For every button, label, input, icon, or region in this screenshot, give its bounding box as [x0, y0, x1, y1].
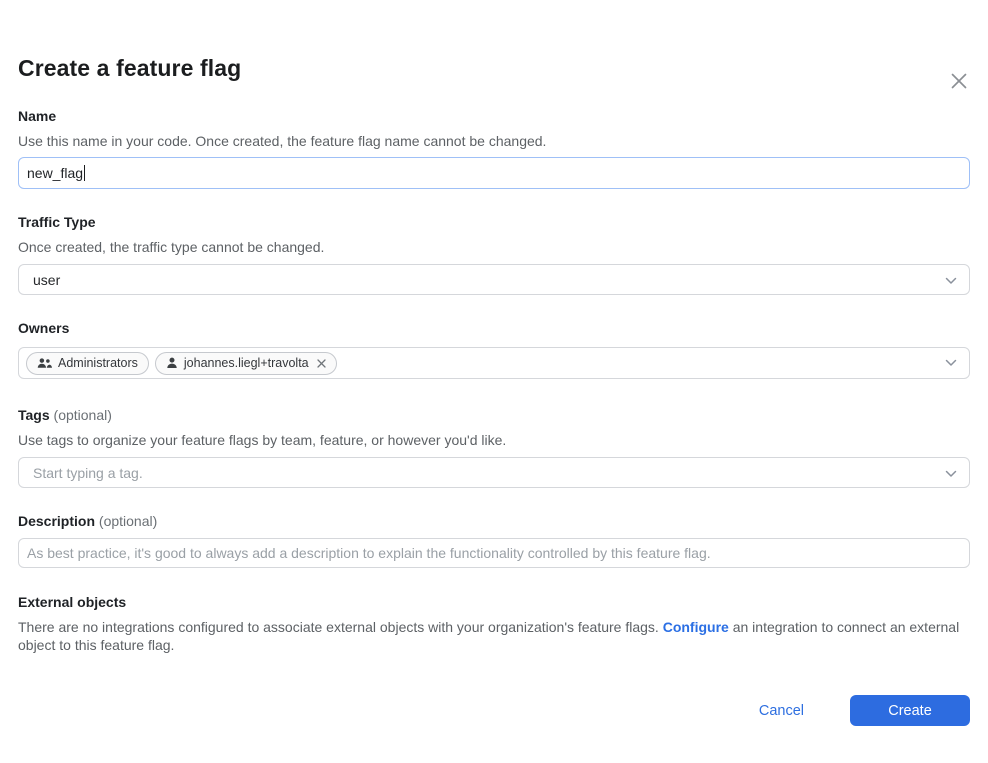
dialog-footer: Cancel Create [18, 695, 970, 726]
create-feature-flag-dialog: Create a feature flag Name Use this name… [0, 54, 988, 763]
description-input[interactable] [18, 538, 970, 568]
traffic-type-select[interactable]: user [18, 264, 970, 295]
chevron-down-icon [945, 354, 957, 372]
external-objects-text: There are no integrations configured to … [18, 618, 970, 654]
owner-chip-administrators: Administrators [26, 352, 149, 375]
close-button[interactable] [947, 70, 971, 94]
remove-owner-icon[interactable] [317, 359, 326, 368]
configure-link[interactable]: Configure [663, 619, 729, 635]
chevron-down-icon [945, 272, 957, 288]
dialog-title: Create a feature flag [18, 54, 970, 82]
external-objects-group: External objects There are no integratio… [18, 594, 970, 654]
owner-chip-user: johannes.liegl+travolta [155, 352, 337, 375]
tags-label: Tags (optional) [18, 407, 970, 423]
text-caret [84, 165, 85, 181]
name-field-group: Name Use this name in your code. Once cr… [18, 108, 970, 189]
group-icon [37, 357, 52, 369]
owner-chip-label: johannes.liegl+travolta [184, 356, 309, 370]
traffic-type-field-group: Traffic Type Once created, the traffic t… [18, 214, 970, 295]
traffic-type-helper-text: Once created, the traffic type cannot be… [18, 239, 970, 255]
tags-field-group: Tags (optional) Use tags to organize you… [18, 407, 970, 488]
tags-optional-label: (optional) [54, 407, 112, 423]
person-icon [166, 357, 178, 369]
owners-select[interactable]: Administrators johannes.liegl+travolta [18, 347, 970, 379]
name-helper-text: Use this name in your code. Once created… [18, 133, 970, 149]
description-field-group: Description (optional) [18, 513, 970, 568]
traffic-type-label: Traffic Type [18, 214, 970, 230]
name-input[interactable]: new_flag [18, 157, 970, 189]
external-objects-label: External objects [18, 594, 970, 610]
description-label: Description (optional) [18, 513, 970, 529]
owners-label: Owners [18, 320, 970, 336]
owner-chip-label: Administrators [58, 356, 138, 370]
name-input-value: new_flag [27, 165, 83, 181]
close-icon [949, 71, 969, 94]
traffic-type-selected-value: user [33, 272, 945, 288]
tags-select[interactable]: Start typing a tag. [18, 457, 970, 488]
tags-placeholder: Start typing a tag. [33, 465, 945, 481]
tags-helper-text: Use tags to organize your feature flags … [18, 432, 970, 448]
owners-field-group: Owners Administrators [18, 320, 970, 379]
description-optional-label: (optional) [99, 513, 157, 529]
create-button[interactable]: Create [850, 695, 970, 726]
chevron-down-icon [945, 465, 957, 481]
name-label: Name [18, 108, 970, 124]
cancel-button[interactable]: Cancel [759, 703, 804, 719]
